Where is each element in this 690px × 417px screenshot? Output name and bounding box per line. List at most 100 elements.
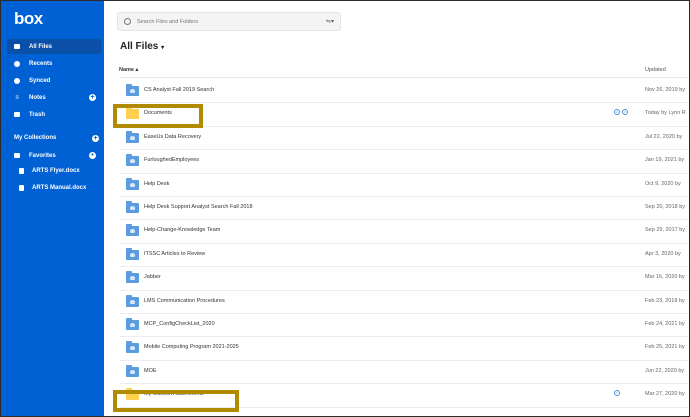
favorite-item-label: ARTS Flyer.docx bbox=[32, 168, 80, 174]
sidebar-item-favorites[interactable]: Favorites • bbox=[7, 148, 101, 163]
collaborators-icon bbox=[130, 252, 135, 257]
table-row[interactable]: FurloughedEmployees Jan 19, 2021 by bbox=[119, 149, 689, 174]
collaborators-icon bbox=[130, 276, 135, 281]
page-title-text: All Files bbox=[120, 41, 159, 52]
add-collection-icon[interactable]: + bbox=[92, 135, 99, 142]
file-name[interactable]: ITSSC Articles to Review bbox=[144, 251, 205, 257]
shared-folder-icon bbox=[126, 201, 139, 213]
table-row[interactable]: Documents ✓ ✓ Today by Lynn R bbox=[119, 102, 689, 127]
shared-folder-icon bbox=[126, 177, 139, 190]
filter-options-icon[interactable]: ⇋▾ bbox=[326, 18, 334, 25]
updated-date: Feb 25, 2021 by bbox=[645, 344, 685, 351]
updated-date: Sep 20, 2018 by bbox=[645, 204, 686, 210]
sidebar-item-synced[interactable]: Synced bbox=[7, 73, 101, 88]
updated-date: Nov 26, 2019 by bbox=[645, 87, 686, 93]
sidebar-item-label: Notes bbox=[29, 94, 46, 101]
updated-date: Jan 19, 2021 by bbox=[645, 157, 685, 164]
file-name[interactable]: EaseUs Data Recovery bbox=[144, 134, 201, 140]
collaborators-icon bbox=[130, 299, 135, 304]
check-circle-icon bbox=[14, 77, 20, 84]
file-name[interactable]: LMS Communication Procedures bbox=[144, 298, 225, 304]
synced-check-icon: ✓ bbox=[614, 109, 620, 116]
highlight-box-documents bbox=[113, 104, 203, 128]
shared-folder-icon bbox=[126, 130, 139, 143]
table-row[interactable]: Help Desk Support Analyst Search Fall 20… bbox=[119, 196, 689, 221]
table-row[interactable]: MCP_ConfigCheckList_2020 Feb 24, 2021 by bbox=[119, 313, 689, 338]
status-badges: ✓ ✓ bbox=[614, 109, 628, 116]
trash-icon bbox=[14, 112, 20, 117]
table-row[interactable]: Help-Change-Knowledge Team Sep 29, 2017 b… bbox=[119, 219, 689, 244]
file-name[interactable]: MCP_ConfigCheckList_2020 bbox=[144, 321, 215, 327]
notes-icon: ≡ bbox=[15, 94, 19, 101]
collaborators-icon bbox=[130, 369, 135, 374]
shared-folder-icon bbox=[126, 341, 139, 354]
file-name[interactable]: CS Analyst Fall 2019 Search bbox=[144, 87, 214, 93]
favorite-item-arts-flyer[interactable]: ARTS Flyer.docx bbox=[19, 168, 80, 174]
search-bar[interactable]: ⇋▾ bbox=[117, 12, 341, 31]
sidebar-item-label: Favorites bbox=[29, 152, 56, 159]
updated-date: Feb 24, 2021 by bbox=[645, 321, 685, 327]
search-input[interactable] bbox=[137, 18, 317, 25]
column-header-name-label: Name bbox=[119, 67, 134, 73]
collaborators-icon bbox=[130, 229, 135, 234]
table-row[interactable]: LMS Communication Procedures Feb 23, 2018… bbox=[119, 290, 689, 314]
shared-folder-icon bbox=[126, 154, 139, 167]
file-name[interactable]: Mobile Computing Program 2021-2025 bbox=[144, 344, 239, 350]
favorite-item-label: ARTS Manual.docx bbox=[32, 185, 87, 191]
sidebar-item-recents[interactable]: Recents bbox=[7, 56, 101, 71]
collaborators-icon bbox=[130, 323, 135, 327]
table-row[interactable]: CS Analyst Fall 2019 Search Nov 26, 2019 … bbox=[119, 79, 689, 104]
table-row[interactable]: Mobile Computing Program 2021-2025 Feb 25… bbox=[119, 336, 689, 361]
search-icon bbox=[124, 18, 131, 25]
page-title[interactable]: All Files ▾ bbox=[120, 41, 164, 52]
updated-date: Oct 9, 2020 by bbox=[645, 180, 681, 187]
column-header-name[interactable]: Name ▴ bbox=[119, 67, 138, 73]
sidebar-item-notes[interactable]: ≡ Notes + bbox=[7, 90, 101, 105]
favorites-options-icon[interactable]: • bbox=[89, 152, 96, 159]
file-name[interactable]: FurloughedEmployees bbox=[144, 157, 199, 163]
shared-folder-icon bbox=[126, 294, 139, 307]
chevron-down-icon: ▾ bbox=[161, 45, 165, 51]
column-header-updated[interactable]: Updated bbox=[645, 67, 666, 73]
table-row[interactable]: EaseUs Data Recovery Jul 22, 2020 by bbox=[119, 126, 689, 151]
main-content: ⇋▾ All Files ▾ Name ▴ Updated CS Analyst… bbox=[105, 1, 689, 416]
file-name[interactable]: Jabber bbox=[144, 274, 161, 280]
sidebar-item-label: All Files bbox=[29, 43, 53, 50]
clock-icon bbox=[14, 60, 20, 67]
synced-check-icon: ✓ bbox=[614, 390, 620, 397]
file-name[interactable]: Help Desk Support Analyst Search Fall 20… bbox=[144, 204, 253, 210]
sidebar-item-trash[interactable]: Trash bbox=[7, 107, 101, 122]
table-row[interactable]: ITSSC Articles to Review Apr 3, 2020 by bbox=[119, 243, 689, 268]
file-name[interactable]: Help-Change-Knowledge Team bbox=[144, 227, 220, 233]
status-badges: ✓ bbox=[614, 390, 620, 397]
updated-date: Feb 23, 2018 by bbox=[645, 297, 685, 304]
shared-folder-icon bbox=[126, 247, 139, 260]
updated-date: Apr 3, 2020 by bbox=[645, 250, 681, 257]
header-divider bbox=[119, 77, 689, 78]
favorite-item-arts-manual[interactable]: ARTS Manual.docx bbox=[19, 185, 86, 191]
sort-ascending-icon: ▴ bbox=[135, 67, 139, 73]
collaborators-icon bbox=[130, 89, 135, 93]
file-name[interactable]: Help Desk bbox=[144, 181, 169, 187]
sidebar-item-all-files[interactable]: All Files bbox=[7, 39, 101, 54]
favorites-icon bbox=[14, 153, 20, 158]
my-collections-title[interactable]: My Collections bbox=[14, 135, 56, 141]
collaborators-icon bbox=[130, 135, 135, 140]
offline-check-icon: ✓ bbox=[622, 109, 628, 116]
shared-folder-icon bbox=[126, 364, 139, 377]
sidebar: box All Files Recents Synced ≡ Notes + T… bbox=[1, 1, 104, 416]
box-logo[interactable]: box bbox=[14, 9, 43, 29]
table-row[interactable]: Jabber Mar 16, 2020 by bbox=[119, 266, 689, 291]
updated-date: Jun 22, 2020 by bbox=[645, 367, 685, 374]
updated-date: Sep 29, 2017 by bbox=[645, 227, 686, 234]
shared-folder-icon bbox=[126, 224, 139, 237]
doc-icon bbox=[19, 168, 24, 174]
table-row[interactable]: MOE Jun 22, 2020 by bbox=[119, 360, 689, 385]
file-name[interactable]: MOE bbox=[144, 368, 157, 374]
updated-date: Jul 22, 2020 by bbox=[645, 133, 683, 140]
updated-date: Mar 27, 2020 by bbox=[645, 391, 685, 398]
add-note-icon[interactable]: + bbox=[89, 94, 96, 101]
collaborators-icon bbox=[130, 346, 135, 351]
table-row[interactable]: Help Desk Oct 9, 2020 by bbox=[119, 173, 689, 197]
shared-folder-icon bbox=[126, 318, 139, 330]
